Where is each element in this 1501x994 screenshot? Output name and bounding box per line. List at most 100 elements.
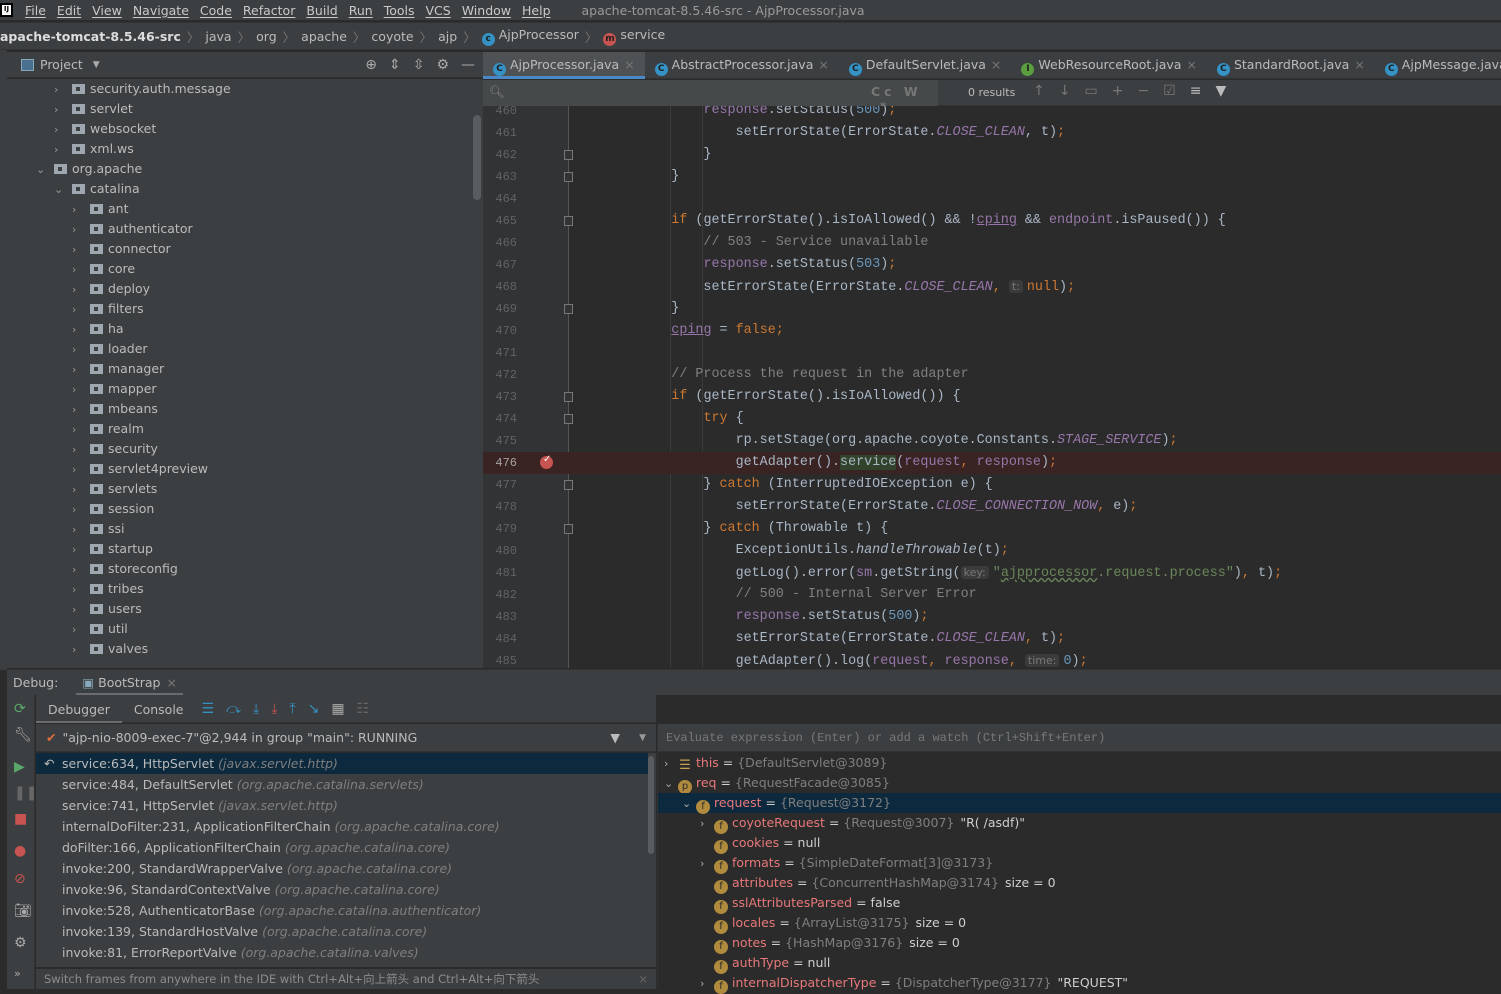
tree-item-util[interactable]: › util (72, 619, 128, 639)
stack-frame[interactable]: invoke:139, StandardHostValve (org.apache… (36, 921, 648, 942)
chevron-right-icon[interactable]: › (54, 80, 72, 100)
chevron-right-icon[interactable]: › (72, 460, 90, 480)
menu-file[interactable]: File (25, 3, 46, 18)
line-number[interactable]: 465 (483, 210, 517, 232)
line-number[interactable]: 466 (483, 232, 517, 254)
tree-item-filters[interactable]: › filters (72, 299, 144, 319)
tree-item-servlet4preview[interactable]: › servlet4preview (72, 459, 208, 479)
chevron-right-icon[interactable]: › (72, 580, 90, 600)
line-number[interactable]: 467 (483, 254, 517, 276)
variable-locales[interactable]: f locales = {ArrayList@3175} size = 0 (658, 913, 1501, 934)
remove-selection-icon[interactable]: − (1137, 83, 1149, 99)
line-number[interactable]: 470 (483, 320, 517, 342)
run-to-cursor-icon[interactable]: ↘ (308, 701, 320, 717)
tree-item-servlet[interactable]: › servlet (54, 99, 133, 119)
fold-marker-icon[interactable] (564, 414, 573, 424)
hide-icon[interactable]: — (461, 57, 475, 73)
chevron-right-icon[interactable]: › (72, 480, 90, 500)
line-number[interactable]: 464 (483, 188, 517, 210)
search-input[interactable]: 🔍︎ Cc W .* (483, 80, 938, 114)
multiline-icon[interactable]: ≡ (1190, 83, 1202, 99)
tree-item-connector[interactable]: › connector (72, 239, 171, 259)
fold-marker-icon[interactable] (564, 524, 573, 534)
chevron-right-icon[interactable]: › (72, 620, 90, 640)
line-number[interactable]: 460 (483, 106, 517, 122)
tab-abstractprocessor[interactable]: C AbstractProcessor.java × (645, 52, 839, 79)
add-selection-icon[interactable]: + (1112, 83, 1124, 99)
chevron-right-icon[interactable]: › (700, 854, 714, 874)
more-icon[interactable]: » (14, 967, 21, 980)
line-number[interactable]: 483 (483, 606, 517, 628)
force-step-into-icon[interactable]: ⤓ (271, 701, 277, 717)
tree-item-ant[interactable]: › ant (72, 199, 128, 219)
tree-item-realm[interactable]: › realm (72, 419, 144, 439)
chevron-right-icon[interactable]: › (54, 120, 72, 140)
next-occurrence-icon[interactable]: ↓ (1059, 83, 1071, 99)
settings-icon[interactable]: ⚙ (14, 935, 27, 951)
tab-console[interactable]: Console (122, 695, 196, 723)
stack-frame[interactable]: ↶ service:634, HttpServlet (javax.servlet… (36, 753, 648, 774)
menu-build[interactable]: Build (306, 3, 337, 18)
trace-icon[interactable]: ☷ (357, 701, 370, 717)
tree-item-ssi[interactable]: › ssi (72, 519, 125, 539)
stack-frame[interactable]: invoke:528, AuthenticatorBase (org.apache… (36, 900, 648, 921)
wrench-icon[interactable]: 🔧︎ (14, 727, 32, 743)
tab-debugger[interactable]: Debugger (36, 695, 122, 723)
menu-view[interactable]: View (92, 3, 122, 18)
chevron-right-icon[interactable]: › (72, 280, 90, 300)
stack-frame[interactable]: internalDoFilter:231, ApplicationFilterC… (36, 816, 648, 837)
chevron-right-icon[interactable]: › (664, 754, 678, 774)
close-tab-icon[interactable]: × (624, 57, 634, 72)
evaluate-expression-input[interactable]: Evaluate expression (Enter) or add a wat… (658, 724, 1501, 752)
tree-item-manager[interactable]: › manager (72, 359, 164, 379)
tree-item-tribes[interactable]: › tribes (72, 579, 144, 599)
menu-vcs[interactable]: VCS (426, 3, 451, 18)
tree-item-core[interactable]: › core (72, 259, 135, 279)
line-number[interactable]: 462 (483, 144, 517, 166)
breadcrumb-item[interactable]: coyote (371, 29, 413, 44)
line-number[interactable]: 472 (483, 364, 517, 386)
tree-item-ha[interactable]: › ha (72, 319, 124, 339)
tree-item-mapper[interactable]: › mapper (72, 379, 157, 399)
tree-item-catalina[interactable]: ⌄ catalina (54, 179, 140, 199)
close-tab-icon[interactable]: × (991, 57, 1001, 72)
show-execution-point-icon[interactable]: ☰ (202, 701, 215, 717)
menu-code[interactable]: Code (200, 3, 232, 18)
gear-icon[interactable]: ⚙ (436, 57, 449, 73)
chevron-right-icon[interactable]: › (72, 540, 90, 560)
tree-item-mbeans[interactable]: › mbeans (72, 399, 158, 419)
breadcrumb-item[interactable]: org (256, 29, 277, 44)
line-number[interactable]: 468 (483, 276, 517, 298)
tree-item-servlets[interactable]: › servlets (72, 479, 157, 499)
tree-item-xml-ws[interactable]: › xml.ws (54, 139, 134, 159)
stack-frame[interactable]: invoke:81, ErrorReportValve (org.apache.c… (36, 942, 648, 963)
tree-item-websocket[interactable]: › websocket (54, 119, 156, 139)
chevron-right-icon[interactable]: › (72, 380, 90, 400)
line-number[interactable]: 473 (483, 386, 517, 408)
variable-cookies[interactable]: f cookies = null (658, 833, 1501, 854)
evaluate-expression-icon[interactable]: ▦ (331, 701, 344, 717)
chevron-down-icon[interactable]: ⌄ (664, 774, 678, 794)
tree-item-startup[interactable]: › startup (72, 539, 153, 559)
tree-item-deploy[interactable]: › deploy (72, 279, 150, 299)
fold-marker-icon[interactable] (564, 216, 573, 226)
breadcrumb-item[interactable]: apache-tomcat-8.5.46-src (0, 29, 181, 44)
view-breakpoints-icon[interactable]: ● (14, 843, 26, 859)
tree-item-security-auth-message[interactable]: › security.auth.message (54, 79, 231, 99)
chevron-right-icon[interactable]: › (700, 974, 714, 994)
variable-sslAttributesParsed[interactable]: f sslAttributesParsed = false (658, 893, 1501, 914)
variable-internalDispatcherType[interactable]: › f internalDispatcherType = {DispatcherTy… (658, 973, 1501, 994)
tree-item-org-apache[interactable]: ⌄ org.apache (36, 159, 142, 179)
close-hint-icon[interactable]: × (638, 969, 648, 989)
project-view-selector[interactable]: Project (40, 57, 83, 72)
step-into-icon[interactable]: ⤓ (253, 701, 259, 717)
menu-edit[interactable]: Edit (57, 3, 81, 18)
breakpoint-icon[interactable] (540, 450, 553, 472)
chevron-right-icon[interactable]: › (72, 640, 90, 660)
line-number[interactable]: 461 (483, 122, 517, 144)
fold-marker-icon[interactable] (564, 392, 573, 402)
line-number[interactable]: 485 (483, 650, 517, 668)
line-number[interactable]: 474 (483, 408, 517, 430)
chevron-right-icon[interactable]: › (72, 260, 90, 280)
close-icon[interactable]: × (166, 675, 176, 690)
